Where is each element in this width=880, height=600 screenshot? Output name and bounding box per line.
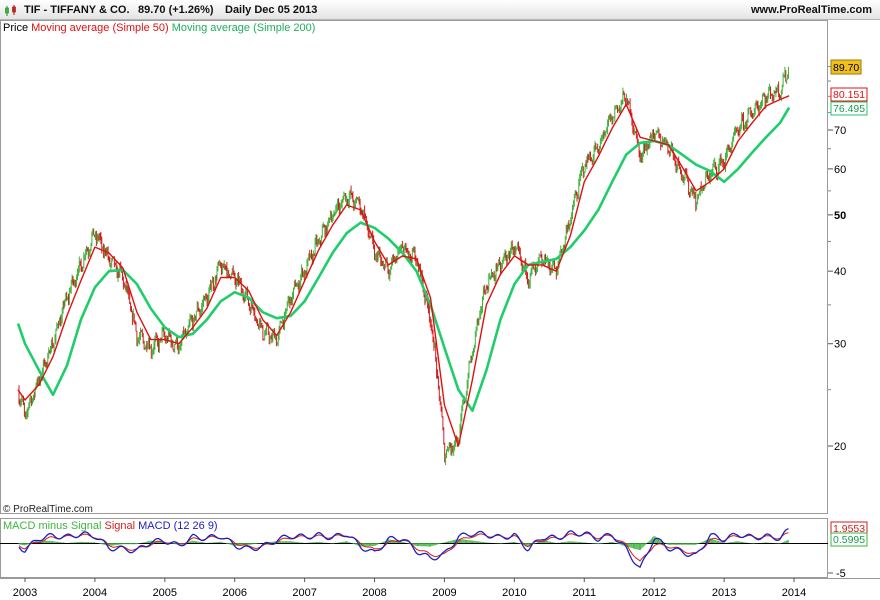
date-x-axis: 2003 2004 2005 2006 2007 2008 2009 2010 2011 2012… xyxy=(13,578,806,599)
credit-label: © ProRealTime.com xyxy=(3,504,93,515)
date-tick-label: 2011 xyxy=(572,587,596,599)
date-tick-label: 2013 xyxy=(712,587,736,599)
date-tick-label: 2003 xyxy=(13,587,37,599)
date-tick-label: 2014 xyxy=(782,587,806,599)
legend-macd-hist: MACD minus Signal xyxy=(3,520,102,532)
macd-legend: MACD minus Signal Signal MACD (12 26 9) xyxy=(3,520,218,532)
chart-svg: 20 30 40 50 60 70 2003 2004 2005 2006 2007 2008 2009… xyxy=(0,20,880,599)
signal-line xyxy=(18,532,789,562)
date-tick-label: 2008 xyxy=(362,587,386,599)
date-tick-label: 2012 xyxy=(642,587,666,599)
price-tick-label: 60 xyxy=(834,164,846,176)
macd-tick-label: -5 xyxy=(836,568,846,580)
last-price-value: 89.70 xyxy=(833,62,859,74)
price-tick-label: 20 xyxy=(834,441,846,453)
date-tick-label: 2010 xyxy=(502,587,526,599)
macd-mid-value: 0.5995 xyxy=(833,534,865,546)
chart-window: TIF - TIFFANY & CO. 89.70 (+1.26%) Daily… xyxy=(0,0,880,600)
legend-macd-line: MACD (12 26 9) xyxy=(138,520,218,532)
legend-macd-signal: Signal xyxy=(104,520,136,532)
date-tick-label: 2005 xyxy=(153,587,177,599)
date-tick-label: 2009 xyxy=(432,587,456,599)
date-tick-label: 2007 xyxy=(292,587,316,599)
price-tick-label: 40 xyxy=(834,266,846,278)
price-candles xyxy=(18,66,789,465)
price-tags: 89.70 80.151 76.495 xyxy=(830,59,868,116)
date-tick-label: 2006 xyxy=(222,587,246,599)
macd-tags: 1.95530.5995-5 xyxy=(828,521,868,580)
price-tick-label: 70 xyxy=(834,125,846,137)
date-tick-label: 2004 xyxy=(83,587,107,599)
ma200-value: 76.495 xyxy=(833,103,865,115)
price-y-axis: 20 30 40 50 60 70 xyxy=(828,66,846,453)
price-tick-label: 30 xyxy=(834,339,846,351)
price-tick-label: 50 xyxy=(834,210,846,222)
ma50-value: 80.151 xyxy=(833,89,865,101)
